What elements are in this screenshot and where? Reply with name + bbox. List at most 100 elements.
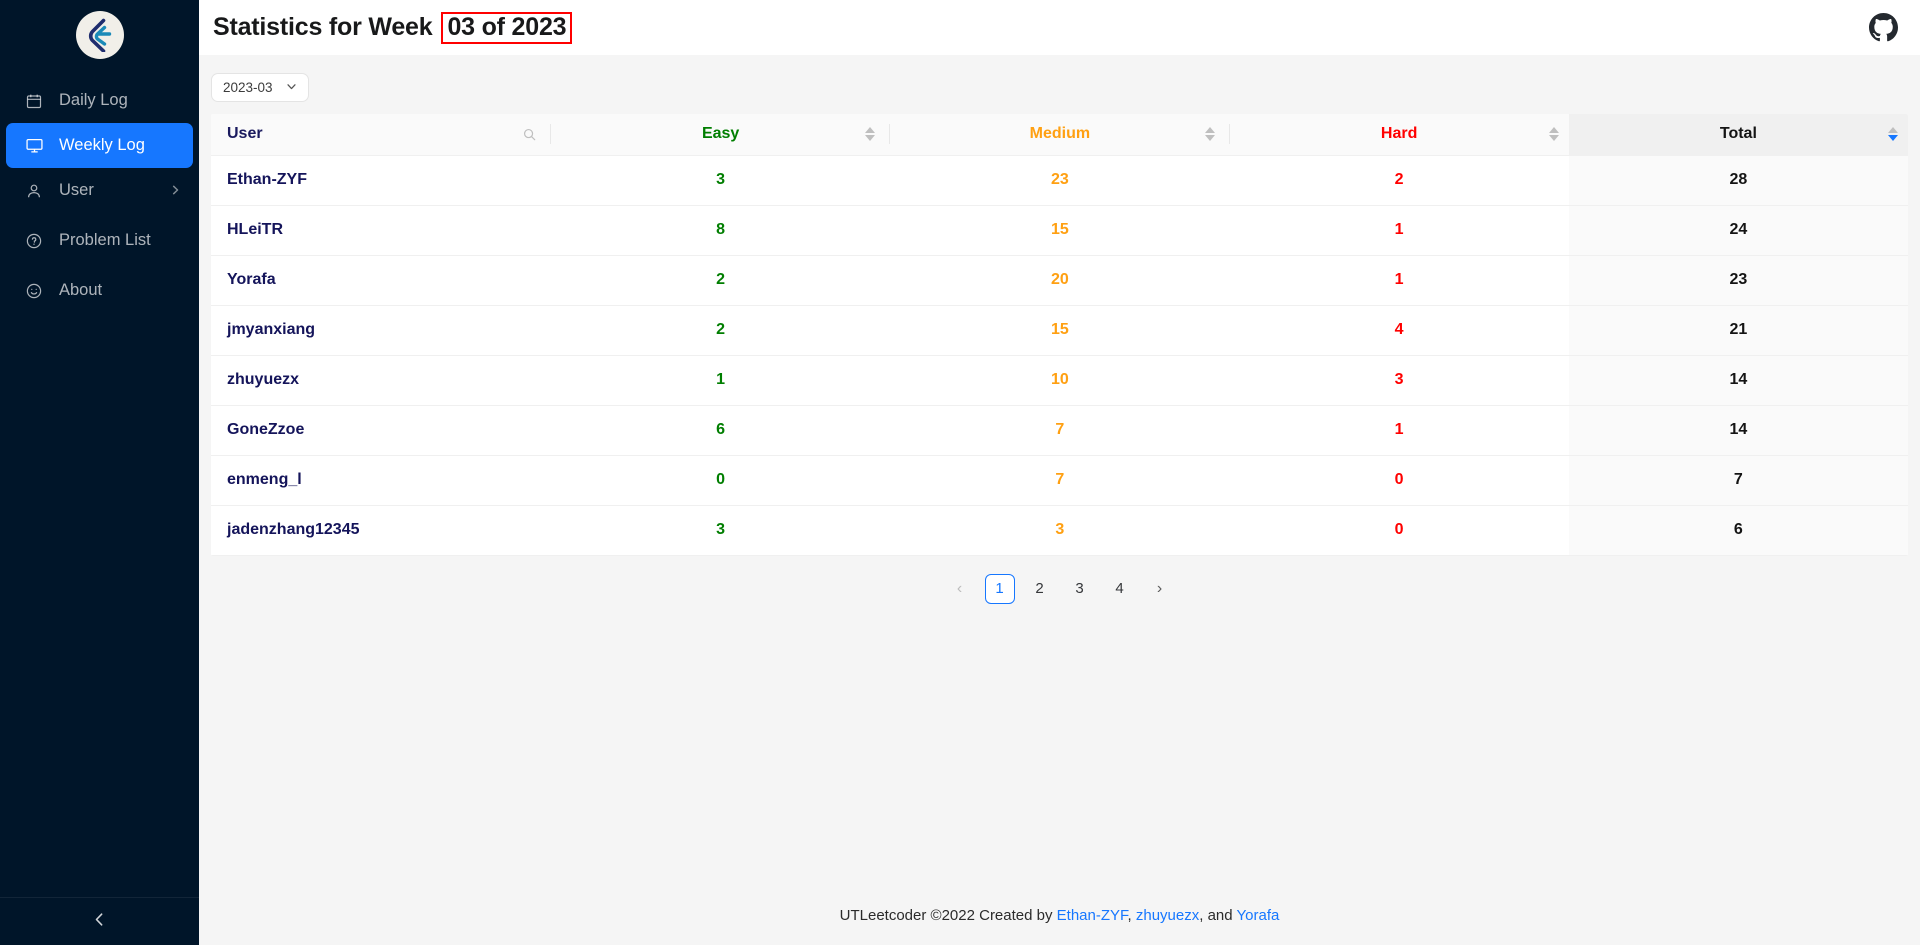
cell-user[interactable]: GoneZzoe: [211, 405, 551, 456]
cell-easy: 3: [551, 505, 891, 556]
monitor-icon: [26, 137, 47, 154]
chevron-right-icon: [170, 181, 181, 200]
pagination: ‹ 1 2 3 4 ›: [211, 556, 1908, 604]
cell-total: 23: [1568, 255, 1908, 306]
stats-table: User Easy Medium Hard Total Ethan-ZYF 3 …: [211, 114, 1908, 556]
month-select[interactable]: 2023-03: [211, 73, 309, 102]
table-row: enmeng_l 0 7 0 7: [211, 455, 1908, 506]
github-icon[interactable]: [1867, 11, 1900, 44]
cell-easy: 8: [551, 205, 891, 256]
cell-medium: 10: [890, 355, 1230, 406]
topbar: Statistics for Week 03 of 2023: [199, 0, 1920, 55]
content-area: 2023-03 User Easy Medium Hard Total Etha…: [199, 55, 1920, 885]
sidebar-item-about[interactable]: About: [0, 268, 199, 313]
sidebar-item-weekly-log[interactable]: Weekly Log: [6, 123, 193, 168]
sidebar-item-daily-log[interactable]: Daily Log: [0, 78, 199, 123]
footer-text: UTLeetcoder ©2022 Created by Ethan-ZYF , …: [840, 907, 1280, 924]
column-header-total[interactable]: Total: [1568, 114, 1908, 156]
table-body: Ethan-ZYF 3 23 2 28 HLeiTR 8 15 1 24 Yorafa 2 20 1 23 j…: [211, 155, 1908, 556]
cell-medium: 20: [890, 255, 1230, 306]
footer-link-zhuyuezx[interactable]: zhuyuezx: [1136, 907, 1199, 924]
sidebar-nav: Daily Log Weekly Log User Problem List A…: [0, 78, 199, 313]
column-header-user[interactable]: User: [211, 114, 551, 156]
cell-user[interactable]: jadenzhang12345: [211, 505, 551, 556]
leetcode-logo-icon: [75, 11, 124, 59]
cell-total: 14: [1568, 355, 1908, 406]
sort-toggle-total[interactable]: [1878, 127, 1908, 142]
cell-user[interactable]: Ethan-ZYF: [211, 155, 551, 206]
search-icon[interactable]: [512, 128, 546, 141]
header-tools: [1539, 114, 1569, 155]
smile-circle-icon: [26, 283, 47, 299]
cell-medium: 3: [890, 505, 1230, 556]
cell-easy: 1: [551, 355, 891, 406]
footer: UTLeetcoder ©2022 Created by Ethan-ZYF , …: [199, 885, 1920, 945]
page-title: Statistics for Week 03 of 2023: [213, 11, 573, 44]
sidebar-item-label: Weekly Log: [59, 136, 145, 154]
cell-medium: 23: [890, 155, 1230, 206]
cell-user[interactable]: Yorafa: [211, 255, 551, 306]
pagination-next[interactable]: ›: [1145, 574, 1175, 604]
header-tools: [512, 114, 551, 155]
chevron-down-icon: [286, 80, 297, 95]
footer-link-yorafa[interactable]: Yorafa: [1237, 907, 1280, 924]
cell-hard: 3: [1229, 355, 1569, 406]
sidebar-collapse-button[interactable]: [0, 897, 199, 945]
column-header-label: Easy: [701, 125, 740, 143]
sidebar-item-problem-list[interactable]: Problem List: [0, 218, 199, 263]
caret-down-icon: [865, 135, 876, 142]
cell-hard: 0: [1229, 455, 1569, 506]
cell-hard: 1: [1229, 255, 1569, 306]
sidebar-item-user[interactable]: User: [0, 168, 199, 213]
page-title-highlight: 03 of 2023: [441, 11, 573, 44]
table-row: HLeiTR 8 15 1 24: [211, 205, 1908, 256]
footer-link-ethan[interactable]: Ethan-ZYF: [1057, 907, 1128, 924]
cell-total: 14: [1568, 405, 1908, 456]
cell-hard: 4: [1229, 305, 1569, 356]
sidebar-item-label: About: [59, 281, 103, 299]
cell-hard: 2: [1229, 155, 1569, 206]
cell-user[interactable]: enmeng_l: [211, 455, 551, 506]
table-row: Ethan-ZYF 3 23 2 28: [211, 155, 1908, 206]
pagination-page-2[interactable]: 2: [1025, 574, 1055, 604]
cell-easy: 6: [551, 405, 891, 456]
cell-user[interactable]: jmyanxiang: [211, 305, 551, 356]
table-row: zhuyuezx 1 10 3 14: [211, 355, 1908, 406]
sort-toggle-medium[interactable]: [1195, 127, 1225, 142]
caret-up-icon: [1204, 127, 1215, 134]
column-header-hard[interactable]: Hard: [1229, 114, 1569, 156]
logo-container[interactable]: [0, 0, 199, 70]
header-tools: [1195, 114, 1230, 155]
stats-table-card: User Easy Medium Hard Total Ethan-ZYF 3 …: [211, 114, 1908, 556]
sidebar: Daily Log Weekly Log User Problem List A…: [0, 0, 199, 945]
cell-user[interactable]: HLeiTR: [211, 205, 551, 256]
page-title-prefix: Statistics for Week: [213, 12, 433, 41]
pagination-page-4[interactable]: 4: [1105, 574, 1135, 604]
footer-sep-2: , and: [1199, 906, 1237, 924]
caret-down-icon: [1888, 135, 1898, 142]
cell-medium: 7: [890, 405, 1230, 456]
sort-toggle-easy[interactable]: [855, 127, 885, 142]
pagination-page-1[interactable]: 1: [984, 573, 1015, 604]
column-header-label: Hard: [1380, 125, 1418, 143]
pagination-page-3[interactable]: 3: [1065, 574, 1095, 604]
cell-medium: 15: [890, 205, 1230, 256]
header-tools: [1878, 114, 1908, 155]
caret-up-icon: [1888, 127, 1898, 134]
column-header-medium[interactable]: Medium: [890, 114, 1230, 156]
user-icon: [26, 183, 47, 199]
main-area: Statistics for Week 03 of 2023 2023-03 U…: [199, 0, 1920, 945]
cell-user[interactable]: zhuyuezx: [211, 355, 551, 406]
chevron-left-icon: [92, 912, 107, 932]
cell-hard: 0: [1229, 505, 1569, 556]
caret-down-icon: [1204, 135, 1215, 142]
cell-medium: 15: [890, 305, 1230, 356]
cell-total: 7: [1568, 455, 1908, 506]
table-row: GoneZzoe 6 7 1 14: [211, 405, 1908, 456]
pagination-prev[interactable]: ‹: [945, 574, 975, 604]
sort-toggle-hard[interactable]: [1539, 127, 1569, 142]
caret-up-icon: [1548, 127, 1559, 134]
column-header-easy[interactable]: Easy: [551, 114, 891, 156]
cell-total: 24: [1568, 205, 1908, 256]
question-circle-icon: [26, 233, 47, 249]
